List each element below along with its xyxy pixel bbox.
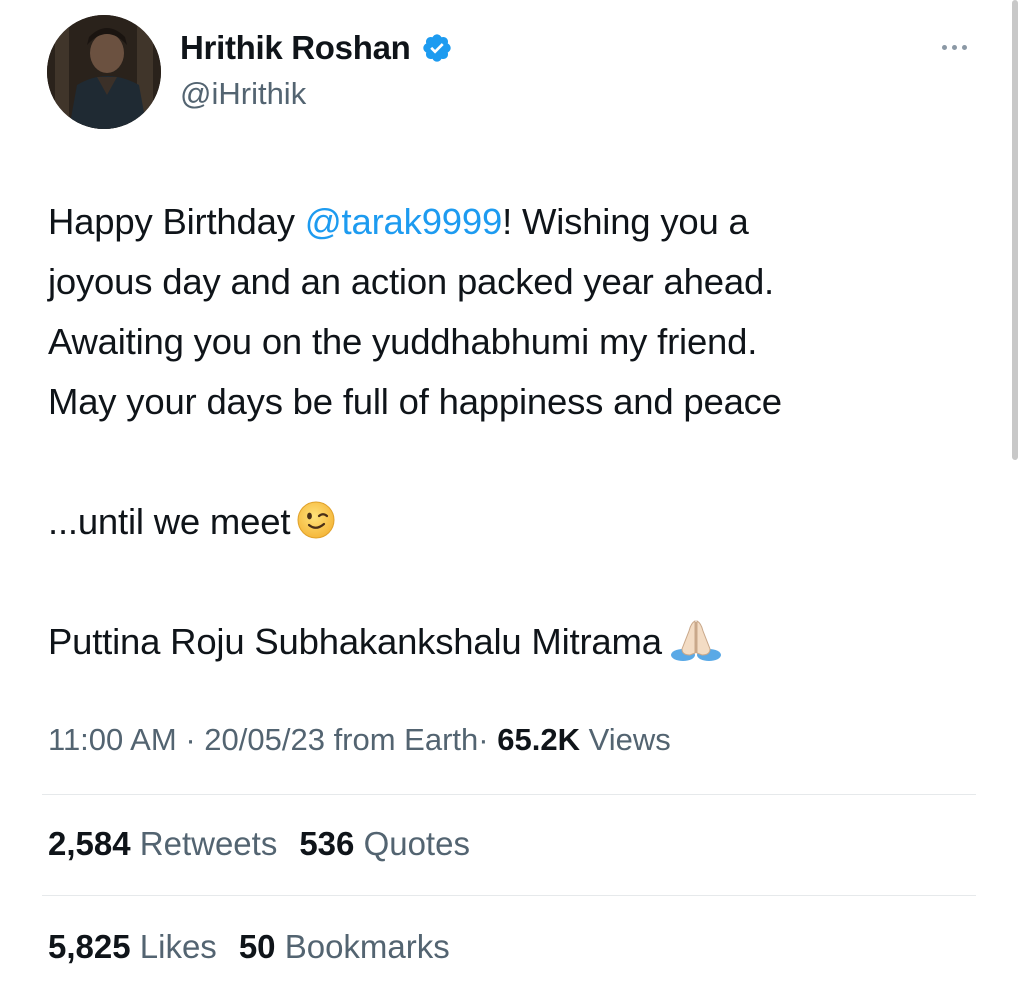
author-name-row[interactable]: Hrithik Roshan bbox=[180, 26, 453, 70]
likes-label: Likes bbox=[139, 928, 217, 965]
author-name[interactable]: Hrithik Roshan bbox=[180, 29, 411, 67]
tweet-line: May your days be full of happiness and p… bbox=[48, 381, 782, 422]
mention-link[interactable]: @tarak9999 bbox=[305, 201, 503, 242]
likes-count: 5,825 bbox=[48, 928, 131, 965]
quotes-stat[interactable]: 536 Quotes bbox=[299, 825, 470, 863]
avatar[interactable] bbox=[47, 15, 161, 129]
tweet-line: Puttina Roju Subhakankshalu Mitrama bbox=[48, 612, 988, 672]
quotes-label: Quotes bbox=[363, 825, 470, 862]
tweet-line: joyous day and an action packed year ahe… bbox=[48, 261, 774, 302]
meta-separator: · bbox=[185, 722, 196, 757]
retweets-stat[interactable]: 2,584 Retweets bbox=[48, 825, 277, 863]
views-label[interactable]: Views bbox=[589, 722, 671, 757]
more-button[interactable] bbox=[930, 32, 978, 62]
tweet-line: ...until we meet bbox=[48, 492, 988, 552]
tweet-text: Happy Birthday @tarak9999! Wishing you a… bbox=[48, 192, 988, 672]
winking-face-icon bbox=[296, 500, 336, 540]
tweet-time[interactable]: 11:00 AM bbox=[48, 722, 177, 757]
tweet-line: Happy Birthday @tarak9999! Wishing you a bbox=[48, 192, 988, 252]
divider bbox=[42, 794, 976, 795]
divider bbox=[42, 895, 976, 896]
tweet-text-segment: Happy Birthday bbox=[48, 201, 305, 242]
quotes-count: 536 bbox=[299, 825, 355, 862]
verified-badge-icon bbox=[421, 32, 453, 64]
tweet-date[interactable]: 20/05/23 bbox=[204, 722, 325, 757]
author-handle[interactable]: @iHrithik bbox=[180, 76, 306, 112]
tweet-source: from Earth bbox=[333, 722, 479, 757]
retweets-count: 2,584 bbox=[48, 825, 131, 862]
tweet-text-segment: Puttina Roju Subhakankshalu Mitrama bbox=[48, 621, 662, 662]
bookmarks-stat[interactable]: 50 Bookmarks bbox=[239, 928, 450, 966]
bookmarks-label: Bookmarks bbox=[284, 928, 450, 965]
more-icon-dot bbox=[951, 44, 957, 50]
folded-hands-icon bbox=[668, 617, 724, 663]
avatar-image bbox=[47, 15, 161, 129]
stats-row-likes: 5,825 Likes 50 Bookmarks bbox=[48, 928, 450, 966]
views-count[interactable]: 65.2K bbox=[497, 722, 580, 757]
more-icon bbox=[941, 44, 947, 50]
meta-separator: · bbox=[478, 722, 489, 757]
retweets-label: Retweets bbox=[139, 825, 278, 862]
tweet-text-segment: ...until we meet bbox=[48, 501, 291, 542]
bookmarks-count: 50 bbox=[238, 928, 276, 965]
tweet-line: Awaiting you on the yuddhabhumi my frien… bbox=[48, 321, 758, 362]
more-icon-dot bbox=[961, 44, 967, 50]
likes-stat[interactable]: 5,825 Likes bbox=[48, 928, 217, 966]
scrollbar[interactable] bbox=[1012, 0, 1018, 460]
tweet-detail: Hrithik Roshan @iHrithik Happy Birthday … bbox=[0, 0, 1024, 984]
stats-row-reposts: 2,584 Retweets 536 Quotes bbox=[48, 825, 470, 863]
tweet-meta: 11:00 AM · 20/05/23 from Earth· 65.2K Vi… bbox=[48, 722, 671, 758]
tweet-text-segment: ! Wishing you a bbox=[502, 201, 749, 242]
